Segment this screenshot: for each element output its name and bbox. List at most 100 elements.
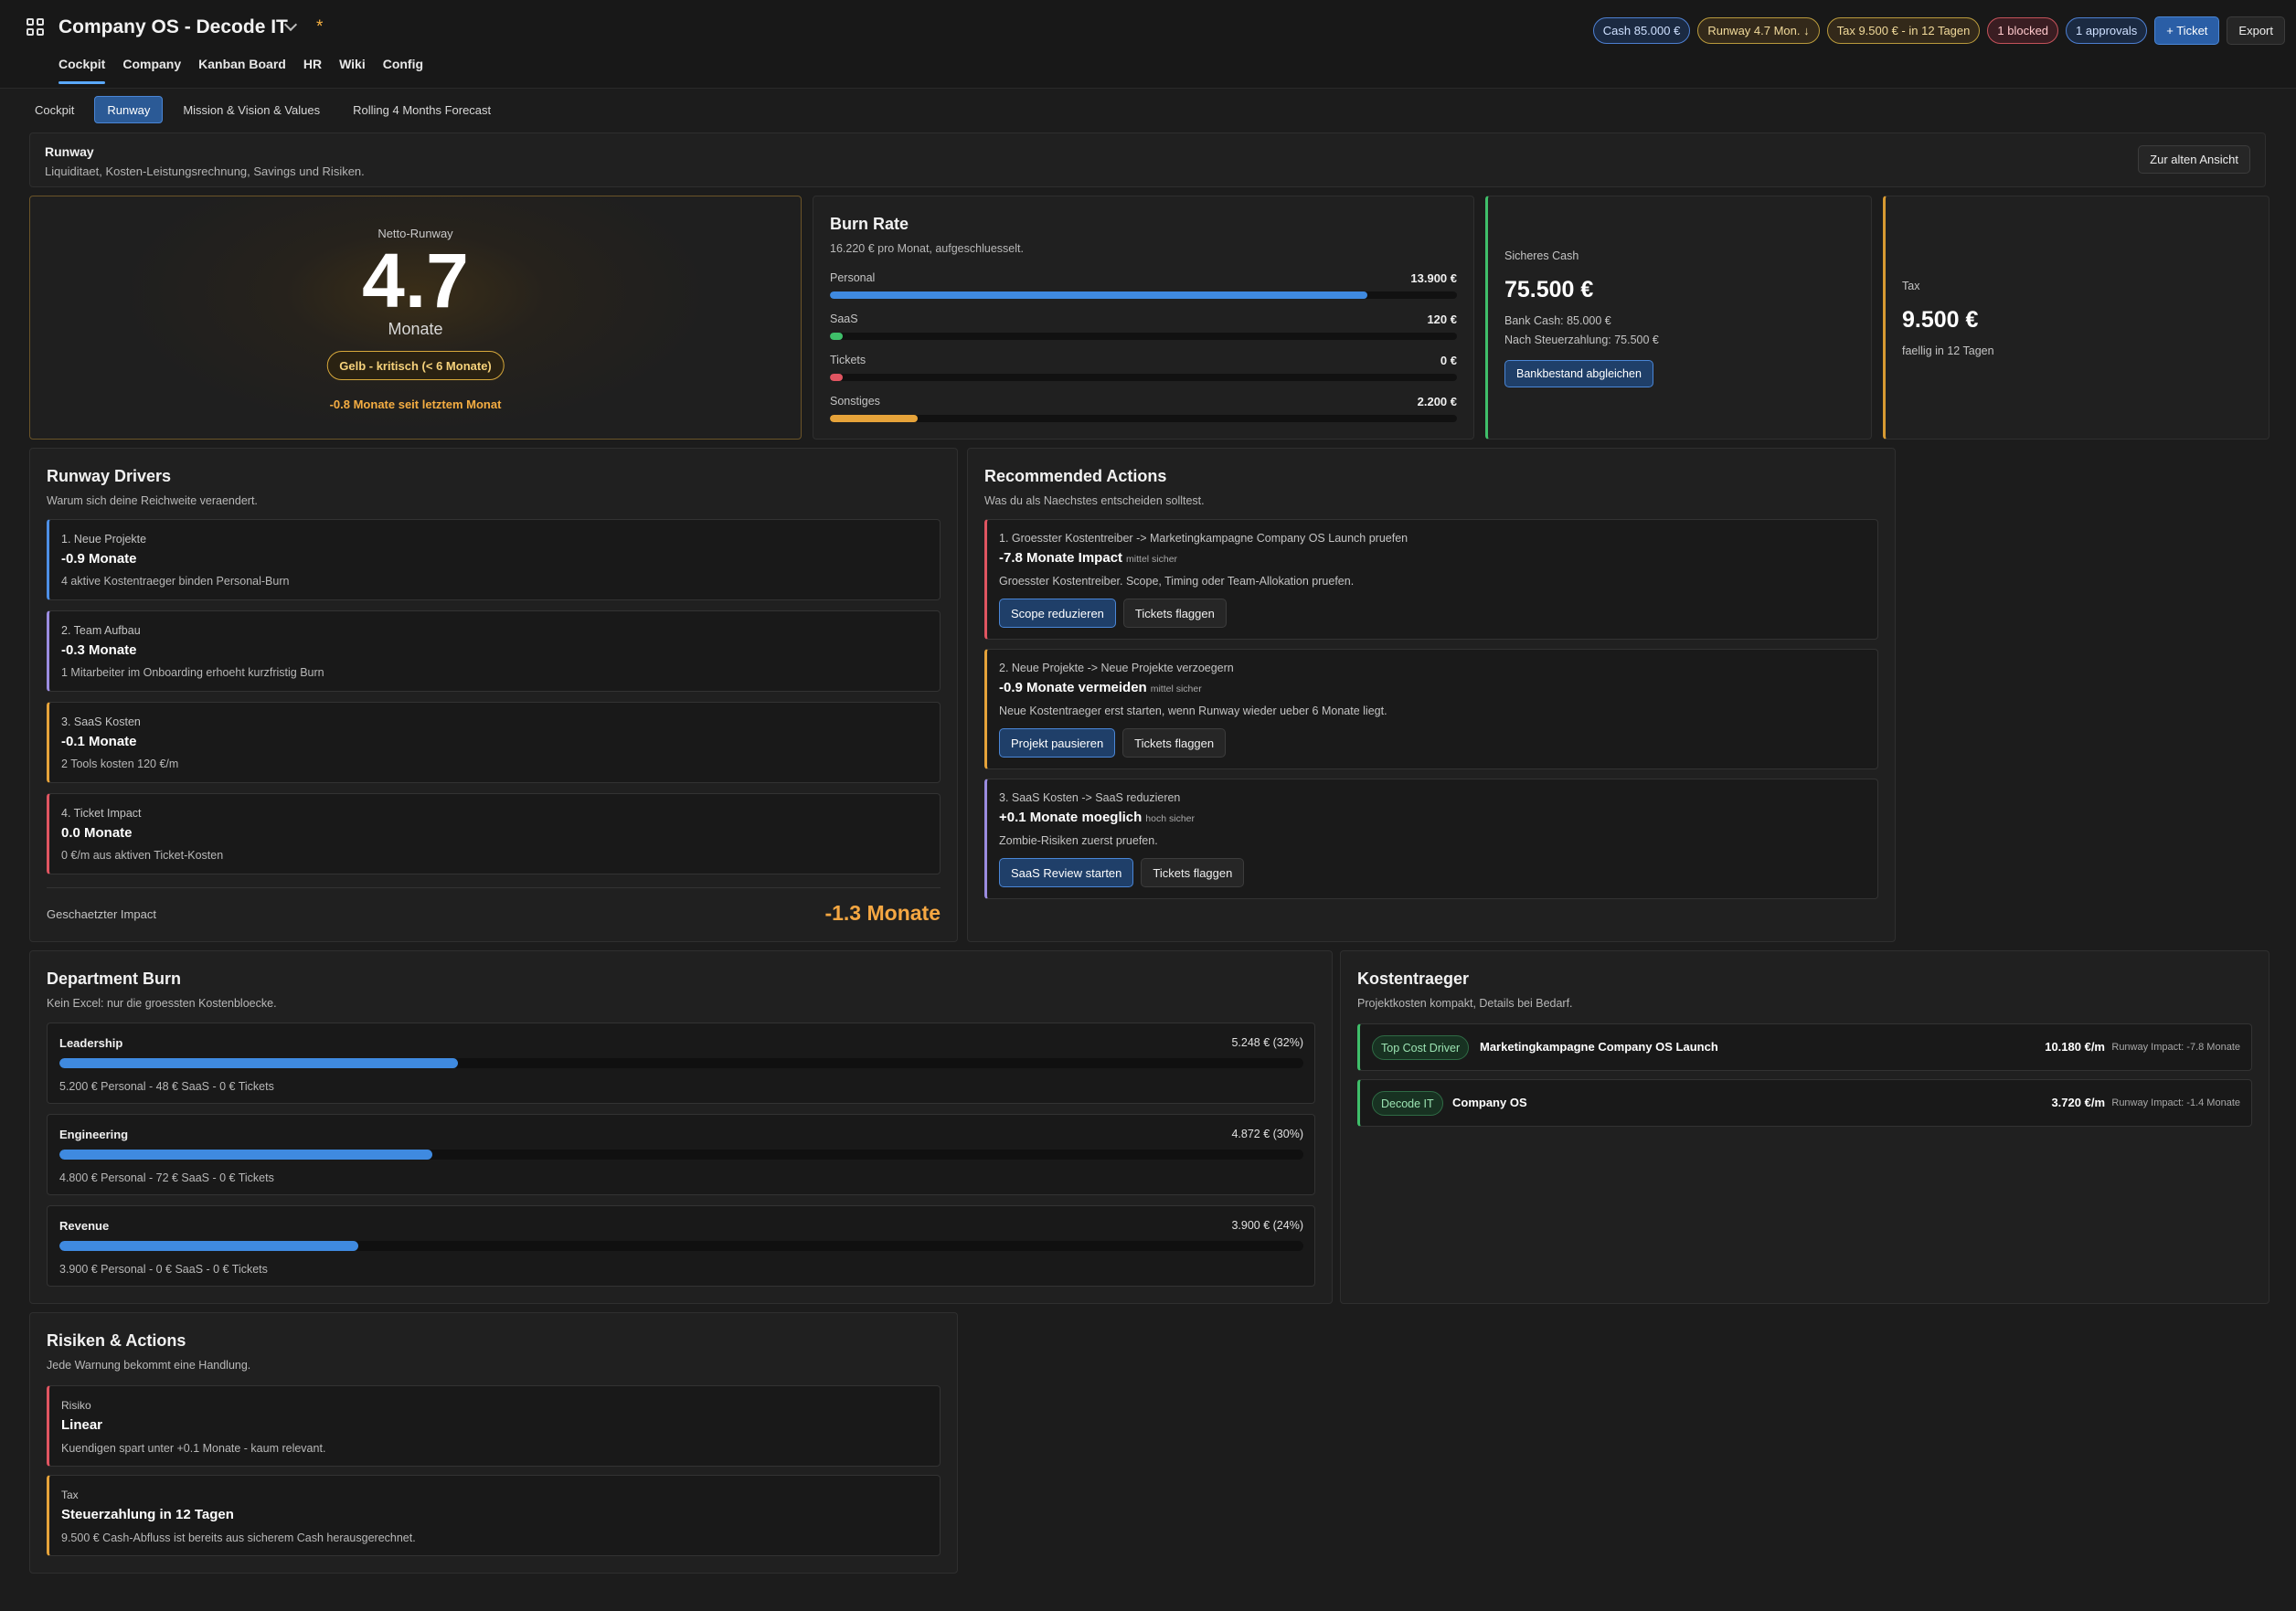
burn-rate-title: Burn Rate: [830, 215, 909, 233]
flag-tickets-button[interactable]: Tickets flaggen: [1122, 728, 1227, 758]
export-button[interactable]: Export: [2227, 16, 2285, 45]
page-subtitle: Liquiditaet, Kosten-Leistungsrechnung, S…: [45, 164, 365, 178]
department-bar-fill: [59, 1058, 458, 1068]
burn-bar-fill: [830, 374, 843, 381]
recommended-actions-card: Recommended Actions Was du als Naechstes…: [967, 448, 1896, 942]
runway-delta: -0.8 Monate seit letztem Monat: [329, 397, 502, 411]
burn-bar-fill: [830, 291, 1367, 299]
safe-cash-card: Sicheres Cash 75.500 € Bank Cash: 85.000…: [1485, 196, 1872, 440]
cost-carrier-impact: Runway Impact: -7.8 Monate: [2111, 1042, 2240, 1053]
cash-pill[interactable]: Cash 85.000 €: [1592, 17, 1691, 44]
runway-value: 4.7: [362, 238, 469, 323]
blocked-pill[interactable]: 1 blocked: [1987, 17, 2059, 44]
tax-pill[interactable]: Tax 9.500 € - in 12 Tagen: [1826, 17, 1981, 44]
nav-hr[interactable]: HR: [303, 57, 322, 84]
action-label: 2. Neue Projekte -> Neue Projekte verzoe…: [999, 662, 1234, 674]
driver-item: 2. Team Aufbau -0.3 Monate 1 Mitarbeiter…: [47, 610, 941, 692]
burn-item-label: Personal: [830, 271, 876, 284]
unsaved-star-icon: *: [316, 17, 324, 37]
driver-value: -0.3 Monate: [61, 642, 137, 658]
pause-project-button[interactable]: Projekt pausieren: [999, 728, 1116, 758]
burn-item-label: Sonstiges: [830, 395, 880, 408]
burn-item-value: 2.200 €: [1417, 395, 1457, 408]
driver-desc: 0 €/m aus aktiven Ticket-Kosten: [61, 849, 224, 862]
tax-due: faellig in 12 Tagen: [1902, 344, 1994, 357]
burn-bar-track: [830, 333, 1457, 340]
action-desc: Neue Kostentraeger erst starten, wenn Ru…: [999, 705, 1387, 717]
driver-item: 4. Ticket Impact 0.0 Monate 0 €/m aus ak…: [47, 793, 941, 874]
driver-value: -0.9 Monate: [61, 551, 137, 567]
nav-config[interactable]: Config: [383, 57, 423, 84]
saas-review-button[interactable]: SaaS Review starten: [999, 858, 1134, 887]
burn-bar-fill: [830, 415, 919, 422]
cost-carrier-tag: Top Cost Driver: [1372, 1035, 1470, 1060]
driver-desc: 4 aktive Kostentraeger binden Personal-B…: [61, 575, 290, 588]
action-item: 1. Groesster Kostentreiber -> Marketingk…: [984, 519, 1878, 640]
department-bar-fill: [59, 1150, 433, 1160]
kt-subtitle: Projektkosten kompakt, Details bei Bedar…: [1357, 997, 1573, 1010]
department-value: 5.248 € (32%): [1231, 1036, 1303, 1049]
department-detail: 4.800 € Personal - 72 € SaaS - 0 € Ticke…: [59, 1171, 274, 1184]
action-buttons: Projekt pausieren Tickets flaggen: [999, 728, 1227, 758]
dept-subtitle: Kein Excel: nur die groessten Kostenbloe…: [47, 997, 277, 1010]
burn-item-value: 13.900 €: [1410, 271, 1457, 285]
action-item: 3. SaaS Kosten -> SaaS reduzieren +0.1 M…: [984, 779, 1878, 899]
app-grid-icon[interactable]: [27, 18, 44, 36]
driver-item: 3. SaaS Kosten -0.1 Monate 2 Tools koste…: [47, 702, 941, 783]
impact-value: -1.3 Monate: [824, 901, 941, 925]
department-bar-track: [59, 1150, 1303, 1160]
runway-pill[interactable]: Runway 4.7 Mon. ↓: [1697, 17, 1820, 44]
nav-kanban-board[interactable]: Kanban Board: [198, 57, 286, 84]
tab-cockpit[interactable]: Cockpit: [22, 96, 87, 123]
cash-value: 75.500 €: [1504, 277, 1594, 302]
action-certainty: mittel sicher: [1150, 684, 1202, 694]
approvals-pill[interactable]: 1 approvals: [2066, 17, 2148, 44]
flag-tickets-button[interactable]: Tickets flaggen: [1141, 858, 1245, 887]
cash-after-tax: Nach Steuerzahlung: 75.500 €: [1504, 334, 1659, 346]
flag-tickets-button[interactable]: Tickets flaggen: [1122, 599, 1227, 628]
cost-carrier-value: 10.180 €/m: [2045, 1040, 2105, 1054]
nav-wiki[interactable]: Wiki: [339, 57, 366, 84]
department-bar-track: [59, 1058, 1303, 1068]
tax-card: Tax 9.500 € faellig in 12 Tagen: [1883, 196, 2269, 440]
driver-value: -0.1 Monate: [61, 734, 137, 749]
risk-desc: Kuendigen spart unter +0.1 Monate - kaum…: [61, 1442, 326, 1455]
department-value: 4.872 € (30%): [1231, 1128, 1303, 1140]
action-label: 1. Groesster Kostentreiber -> Marketingk…: [999, 532, 1408, 545]
top-bar: Company OS - Decode IT * Cockpit Company…: [0, 0, 2296, 89]
tab-runway[interactable]: Runway: [94, 96, 164, 123]
cost-carrier-name: Marketingkampagne Company OS Launch: [1480, 1040, 1718, 1054]
action-desc: Zombie-Risiken zuerst pruefen.: [999, 834, 1158, 847]
cost-carrier-name: Company OS: [1452, 1096, 1527, 1109]
burn-item-label: SaaS: [830, 313, 858, 325]
tab-mission-vision-values[interactable]: Mission & Vision & Values: [170, 96, 333, 123]
nav-company[interactable]: Company: [122, 57, 181, 84]
action-value: -7.8 Monate Impact mittel sicher: [999, 550, 1177, 566]
department-detail: 3.900 € Personal - 0 € SaaS - 0 € Ticket…: [59, 1263, 268, 1276]
main-nav: Cockpit Company Kanban Board HR Wiki Con…: [58, 57, 423, 84]
action-value-text: +0.1 Monate moeglich: [999, 810, 1143, 825]
old-view-button[interactable]: Zur alten Ansicht: [2138, 145, 2250, 174]
nav-cockpit[interactable]: Cockpit: [58, 57, 106, 84]
scope-reduce-button[interactable]: Scope reduzieren: [999, 599, 1116, 628]
action-value-text: -7.8 Monate Impact: [999, 550, 1123, 566]
action-value-text: -0.9 Monate vermeiden: [999, 680, 1147, 695]
page-title: Runway: [45, 144, 94, 159]
sub-tabs: Cockpit Runway Mission & Vision & Values…: [22, 96, 504, 123]
tab-rolling-forecast[interactable]: Rolling 4 Months Forecast: [340, 96, 504, 123]
risk-label: Tax: [61, 1489, 79, 1501]
cost-carrier-tag: Decode IT: [1372, 1091, 1443, 1116]
department-row: Engineering 4.872 € (30%) 4.800 € Person…: [47, 1114, 1315, 1195]
new-ticket-button[interactable]: + Ticket: [2154, 16, 2220, 45]
action-buttons: SaaS Review starten Tickets flaggen: [999, 858, 1245, 887]
driver-label: 4. Ticket Impact: [61, 807, 142, 820]
cost-carrier-row[interactable]: Decode IT Company OS 3.720 €/m Runway Im…: [1357, 1079, 2252, 1127]
department-burn-card: Department Burn Kein Excel: nur die groe…: [29, 950, 1333, 1304]
app-title[interactable]: Company OS - Decode IT: [58, 16, 288, 38]
kostentraeger-card: Kostentraeger Projektkosten kompakt, Det…: [1340, 950, 2269, 1304]
driver-desc: 2 Tools kosten 120 €/m: [61, 758, 179, 770]
tax-value: 9.500 €: [1902, 307, 1979, 333]
bank-reconcile-button[interactable]: Bankbestand abgleichen: [1504, 360, 1653, 387]
cost-carrier-row[interactable]: Top Cost Driver Marketingkampagne Compan…: [1357, 1023, 2252, 1071]
driver-label: 1. Neue Projekte: [61, 533, 147, 546]
